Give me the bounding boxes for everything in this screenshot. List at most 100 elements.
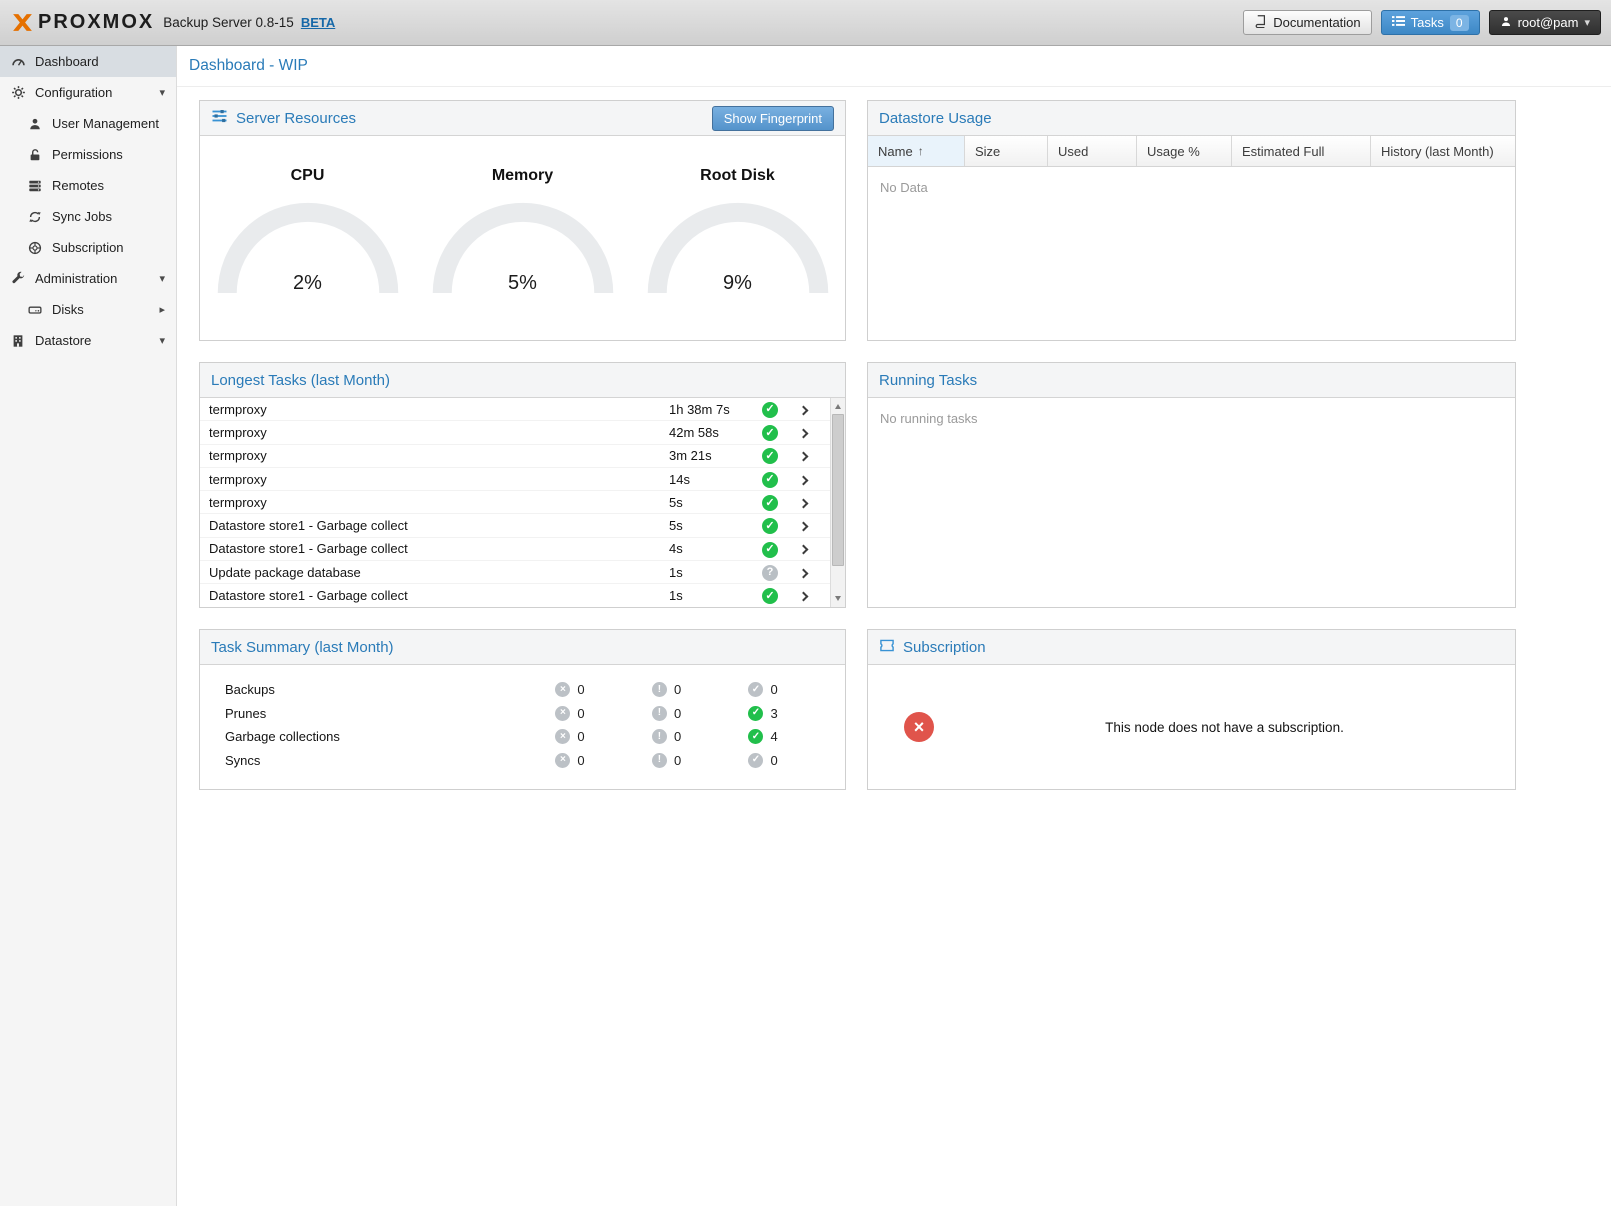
- task-row[interactable]: termproxy 42m 58s ✓: [200, 421, 845, 444]
- error-icon: ×: [555, 706, 570, 721]
- chevron-right-icon[interactable]: [799, 405, 809, 415]
- task-row[interactable]: termproxy 5s ✓: [200, 491, 845, 514]
- task-summary-panel: Task Summary (last Month) Backups ×0 !0 …: [199, 629, 846, 790]
- sidebar-item-label: User Management: [52, 116, 159, 131]
- running-tasks-panel: Running Tasks No running tasks: [867, 362, 1516, 608]
- ok-status-icon: ✓: [762, 518, 778, 534]
- gauge-label: Root Disk: [630, 167, 845, 185]
- sidebar-item-permissions[interactable]: Permissions: [0, 139, 176, 170]
- documentation-button[interactable]: Documentation: [1243, 10, 1371, 35]
- ok-status-icon: ✓: [762, 542, 778, 558]
- tasks-label: Tasks: [1411, 15, 1444, 30]
- column-header-size[interactable]: Size: [965, 136, 1048, 166]
- sidebar-item-disks[interactable]: Disks ▸: [0, 294, 176, 325]
- beta-link[interactable]: BETA: [301, 15, 335, 30]
- chevron-right-icon[interactable]: [799, 498, 809, 508]
- chevron-right-icon[interactable]: [799, 568, 809, 578]
- chevron-down-icon[interactable]: ▾: [159, 334, 165, 347]
- chevron-down-icon[interactable]: ▾: [159, 86, 165, 99]
- datastore-usage-panel: Datastore Usage Name ↑ Size Used Usage %…: [867, 100, 1516, 341]
- sidebar-item-datastore[interactable]: Datastore ▾: [0, 325, 176, 356]
- subscription-message: This node does not have a subscription.: [934, 720, 1515, 735]
- user-menu-button[interactable]: root@pam ▾: [1489, 10, 1601, 35]
- sidebar-item-label: Remotes: [52, 178, 104, 193]
- task-row[interactable]: Datastore store1 - Garbage collect 4s ✓: [200, 538, 845, 561]
- sidebar-item-administration[interactable]: Administration ▾: [0, 263, 176, 294]
- task-row[interactable]: termproxy 1h 38m 7s ✓: [200, 398, 845, 421]
- product-version: Backup Server 0.8-15: [163, 15, 294, 30]
- vertical-scrollbar[interactable]: [830, 398, 845, 607]
- no-subscription-icon: ×: [904, 712, 934, 742]
- tasks-button[interactable]: Tasks 0: [1381, 10, 1480, 35]
- scroll-up-icon[interactable]: [835, 404, 841, 409]
- book-icon: [1254, 14, 1267, 31]
- chevron-right-icon[interactable]: [799, 428, 809, 438]
- gauge-root-disk: Root Disk 9%: [630, 136, 845, 340]
- task-row[interactable]: Datastore store1 - Garbage collect 1s ✓: [200, 584, 845, 607]
- chevron-right-icon[interactable]: [799, 475, 809, 485]
- column-header-usage[interactable]: Usage %: [1137, 136, 1232, 166]
- error-icon: ×: [555, 753, 570, 768]
- proxmox-x-icon: [10, 10, 35, 35]
- task-row[interactable]: Datastore store1 - Garbage collect 5s ✓: [200, 514, 845, 537]
- panel-title: Subscription: [903, 639, 986, 656]
- ok-status-icon: ✓: [762, 588, 778, 604]
- column-header-history[interactable]: History (last Month): [1371, 136, 1515, 166]
- column-header-estimated-full[interactable]: Estimated Full: [1232, 136, 1371, 166]
- ok-icon: ✓: [748, 706, 763, 721]
- user-label: root@pam: [1518, 15, 1579, 30]
- panel-title: Running Tasks: [879, 372, 977, 389]
- sidebar-item-label: Dashboard: [35, 54, 99, 69]
- sidebar-item-subscription[interactable]: Subscription: [0, 232, 176, 263]
- no-running-tasks-text: No running tasks: [868, 398, 1515, 439]
- task-row[interactable]: termproxy 14s ✓: [200, 468, 845, 491]
- ok-status-icon: ✓: [762, 472, 778, 488]
- sidebar-item-label: Administration: [35, 271, 117, 286]
- sidebar-item-remotes[interactable]: Remotes: [0, 170, 176, 201]
- no-data-text: No Data: [868, 167, 1515, 208]
- page-title: Dashboard - WIP: [177, 46, 1611, 87]
- table-header-row: Name ↑ Size Used Usage % Estimated Full …: [868, 136, 1515, 167]
- ok-status-icon: ✓: [762, 448, 778, 464]
- sidebar-item-label: Sync Jobs: [52, 209, 112, 224]
- unknown-status-icon: ?: [762, 565, 778, 581]
- sort-asc-icon: ↑: [918, 144, 924, 158]
- ok-status-icon: ✓: [762, 425, 778, 441]
- brand-text: PROXMOX: [38, 11, 154, 34]
- chevron-down-icon[interactable]: ▾: [159, 272, 165, 285]
- gears-icon: [10, 85, 26, 100]
- scrollbar-thumb[interactable]: [832, 414, 844, 566]
- user-icon: [1500, 15, 1512, 31]
- panel-title: Datastore Usage: [879, 110, 992, 127]
- sidebar-item-sync-jobs[interactable]: Sync Jobs: [0, 201, 176, 232]
- ticket-icon: [879, 638, 895, 657]
- unlock-icon: [27, 148, 43, 162]
- support-icon: [27, 241, 43, 255]
- user-icon: [27, 117, 43, 131]
- chevron-right-icon[interactable]: [799, 545, 809, 555]
- chevron-right-icon[interactable]: [799, 452, 809, 462]
- chevron-right-icon[interactable]: [799, 522, 809, 532]
- task-row[interactable]: Update package database 1s ?: [200, 561, 845, 584]
- server-stack-icon: [27, 179, 43, 193]
- wrench-icon: [10, 271, 26, 286]
- column-header-name[interactable]: Name ↑: [868, 136, 965, 166]
- sidebar-item-label: Datastore: [35, 333, 91, 348]
- panel-title: Task Summary (last Month): [211, 639, 394, 656]
- show-fingerprint-button[interactable]: Show Fingerprint: [712, 106, 834, 131]
- sidebar-item-user-management[interactable]: User Management: [0, 108, 176, 139]
- ok-status-icon: ✓: [762, 402, 778, 418]
- sidebar-item-configuration[interactable]: Configuration ▾: [0, 77, 176, 108]
- ok-icon: ✓: [748, 682, 763, 697]
- documentation-label: Documentation: [1273, 15, 1360, 30]
- task-row[interactable]: termproxy 3m 21s ✓: [200, 445, 845, 468]
- chevron-right-icon[interactable]: [799, 592, 809, 602]
- ok-icon: ✓: [748, 753, 763, 768]
- panel-title: Server Resources: [236, 110, 356, 127]
- sidebar-item-label: Configuration: [35, 85, 112, 100]
- list-icon: [1392, 15, 1405, 30]
- column-header-used[interactable]: Used: [1048, 136, 1137, 166]
- chevron-right-icon[interactable]: ▸: [159, 303, 165, 316]
- sidebar-item-dashboard[interactable]: Dashboard: [0, 46, 176, 77]
- scroll-down-icon[interactable]: [835, 596, 841, 601]
